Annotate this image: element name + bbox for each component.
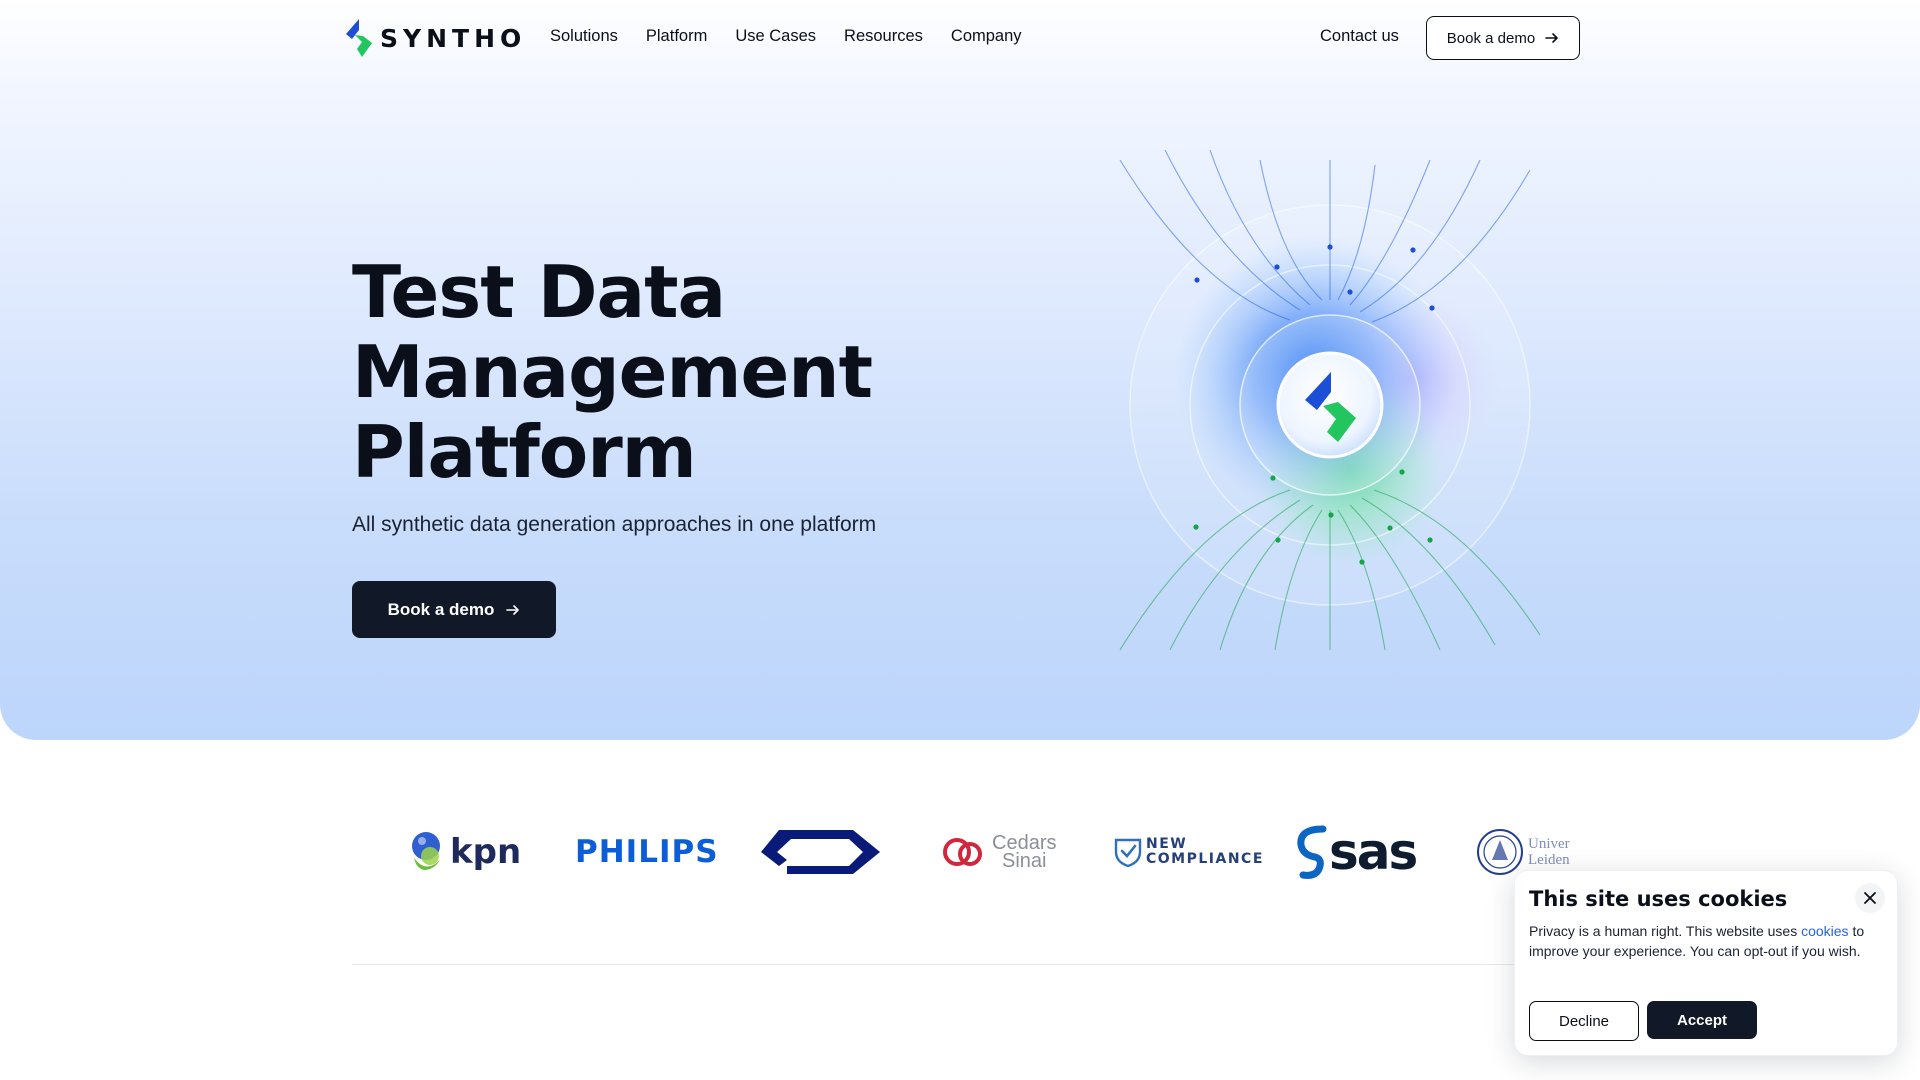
- nav-link-platform[interactable]: Platform: [646, 27, 707, 46]
- syntho-logo[interactable]: SYNTHO: [346, 18, 526, 58]
- client-logo-new-compliance: NEW COMPLIANCE: [1114, 820, 1264, 884]
- nav-book-demo-label: Book a demo: [1446, 29, 1536, 47]
- ns-logo-icon: NS: [761, 830, 880, 874]
- cedars-sinai-rings-icon: [943, 838, 982, 866]
- client-logo-ns: NS: [757, 820, 883, 884]
- kpn-wordmark: kpn: [450, 832, 522, 872]
- section-divider: [352, 964, 1568, 965]
- cookie-text: Privacy is a human right. This website u…: [1529, 921, 1883, 961]
- client-logo-kpn: kpn: [406, 820, 521, 884]
- logo-wordmark: SYNTHO: [380, 23, 527, 53]
- leiden-wordmark: Univer Leiden: [1528, 836, 1570, 868]
- client-logo-sas: sas: [1293, 820, 1418, 884]
- nav-link-company[interactable]: Company: [951, 27, 1022, 46]
- client-logo-philips: PHILIPS: [575, 820, 719, 884]
- hero-title-line-2: Management: [352, 330, 873, 414]
- contact-us-link[interactable]: Contact us: [1320, 27, 1399, 46]
- university-seal-icon: [1477, 829, 1523, 875]
- cookie-accept-button[interactable]: Accept: [1647, 1001, 1757, 1039]
- cookie-close-button[interactable]: [1855, 883, 1885, 913]
- cookie-banner: This site uses cookies Privacy is a huma…: [1514, 870, 1898, 1056]
- syntho-mark-icon: [346, 19, 372, 57]
- sas-wordmark: sas: [1329, 823, 1418, 881]
- kpn-globe-icon: [412, 832, 440, 870]
- client-logo-cedars-sinai: Cedars Sinai: [940, 820, 1056, 884]
- nav-book-demo-button[interactable]: Book a demo: [1426, 16, 1580, 60]
- compliance-line: COMPLIANCE: [1146, 851, 1264, 867]
- nav-link-solutions[interactable]: Solutions: [550, 27, 618, 46]
- arrow-right-icon: [1545, 33, 1558, 43]
- philips-wordmark: PHILIPS: [575, 834, 719, 870]
- leiden-line-1: Univer: [1528, 836, 1570, 852]
- hero-book-demo-label: Book a demo: [387, 599, 495, 619]
- sinai-line: Sinai: [1002, 850, 1047, 872]
- hero-title-line-3: Platform: [352, 410, 697, 494]
- cookie-text-before: Privacy is a human right. This website u…: [1529, 923, 1798, 939]
- arrow-right-icon: [506, 604, 520, 615]
- hero-section: SYNTHO Solutions Platform Use Cases Reso…: [0, 0, 1920, 740]
- hero-title-line-1: Test Data: [352, 250, 726, 334]
- close-icon: [1864, 892, 1876, 904]
- leiden-line-2: Leiden: [1528, 852, 1570, 868]
- shield-check-icon: [1114, 838, 1142, 868]
- sas-swirl-icon: [1297, 825, 1327, 879]
- top-navigation: SYNTHO Solutions Platform Use Cases Reso…: [0, 0, 1920, 76]
- nav-link-use-cases[interactable]: Use Cases: [735, 27, 816, 46]
- hero-book-demo-button[interactable]: Book a demo: [352, 581, 556, 638]
- client-logos: kpn PHILIPS NS Cedars Sinai NEW COMPLIAN…: [400, 820, 1570, 884]
- cookie-decline-button[interactable]: Decline: [1529, 1001, 1639, 1041]
- hero-subtitle: All synthetic data generation approaches…: [352, 513, 877, 536]
- cedars-sinai-wordmark: Cedars Sinai: [992, 833, 1056, 872]
- hero-synthetic-data-graphic: [1119, 150, 1541, 650]
- hero-title: Test Data Management Platform: [352, 252, 972, 492]
- cookie-title: This site uses cookies: [1529, 887, 1788, 911]
- nav-links: Solutions Platform Use Cases Resources C…: [550, 27, 1022, 46]
- nav-link-resources[interactable]: Resources: [844, 27, 923, 46]
- cookie-policy-link[interactable]: cookies: [1801, 923, 1848, 939]
- new-compliance-wordmark: NEW COMPLIANCE: [1146, 837, 1264, 867]
- new-line: NEW: [1146, 836, 1188, 852]
